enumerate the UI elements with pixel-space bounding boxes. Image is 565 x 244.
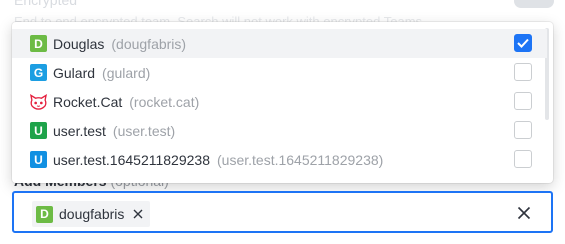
check-icon	[517, 38, 529, 48]
option-username: (user.test.1645211829238)	[217, 152, 384, 168]
add-members-input[interactable]: D dougfabris	[12, 191, 553, 233]
option-checkbox[interactable]	[514, 63, 532, 81]
encrypted-label: Encrypted	[14, 0, 78, 8]
option-name: user.test	[53, 123, 106, 139]
option-username: (gulard)	[102, 65, 151, 81]
avatar-letter: D	[40, 207, 49, 221]
option-username: (user.test)	[112, 123, 176, 139]
rocket-cat-icon	[30, 93, 47, 110]
avatar: D	[36, 205, 53, 223]
chip-label: dougfabris	[59, 206, 125, 222]
option-name: Gulard	[53, 65, 96, 81]
option-gulard[interactable]: G Gulard (gulard)	[12, 58, 547, 87]
option-username: (rocket.cat)	[129, 94, 200, 110]
option-name: Douglas	[53, 36, 105, 52]
option-name: Rocket.Cat	[53, 94, 123, 110]
option-checkbox[interactable]	[514, 92, 532, 110]
avatar-letter: U	[34, 123, 43, 138]
avatar: D	[30, 35, 47, 52]
avatar	[30, 93, 47, 110]
member-chip[interactable]: D dougfabris	[32, 201, 151, 227]
avatar: U	[30, 122, 47, 139]
option-checkbox[interactable]	[514, 150, 532, 168]
avatar-letter: U	[34, 152, 43, 167]
option-rocket-cat[interactable]: Rocket.Cat (rocket.cat)	[12, 87, 547, 116]
option-douglas[interactable]: D Douglas (dougfabris)	[12, 29, 547, 58]
avatar-letter: D	[34, 36, 43, 51]
option-user-test-1645211829238[interactable]: U user.test.1645211829238 (user.test.1645…	[12, 145, 547, 174]
option-checkbox[interactable]	[514, 34, 532, 52]
avatar: U	[30, 151, 47, 168]
avatar-letter: G	[33, 65, 44, 80]
option-user-test[interactable]: U user.test (user.test)	[12, 116, 547, 145]
user-autocomplete-dropdown: D Douglas (dougfabris) G Gulard (gulard) R…	[12, 22, 553, 183]
option-checkbox[interactable]	[514, 121, 532, 139]
encrypted-toggle[interactable]	[514, 0, 554, 8]
remove-chip-icon[interactable]	[132, 208, 144, 220]
clear-all-icon[interactable]	[517, 206, 531, 220]
option-name: user.test.1645211829238	[53, 152, 210, 168]
option-username: (dougfabris)	[111, 36, 187, 52]
avatar: G	[30, 64, 47, 81]
